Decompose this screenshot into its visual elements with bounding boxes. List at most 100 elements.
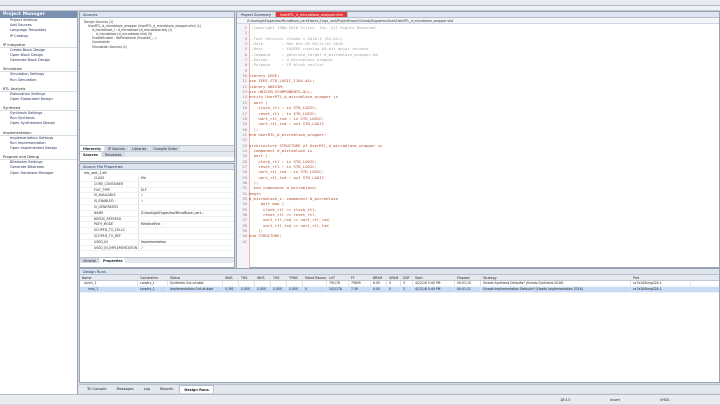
sources-tab[interactable]: IP Sources [105, 146, 129, 151]
flow-item[interactable]: Open Elaborated Design [0, 97, 77, 102]
property-value[interactable]: ✓ [138, 199, 234, 204]
editor-tab[interactable]: Project Summary [237, 12, 277, 17]
runs-column-header[interactable]: Elapsed [455, 275, 481, 280]
properties-tab[interactable]: General [80, 258, 99, 263]
code-text: entity UserRTL_d_microblaze_wrapper is [249, 94, 339, 100]
editor-body[interactable]: 1 --Copyright 1986-2016 Xilinx, Inc. All … [237, 24, 719, 268]
property-value[interactable] [138, 233, 234, 239]
run-cell: 79695 [349, 281, 371, 286]
property-key: IS_AVAILABLE [94, 193, 116, 198]
design-runs-panel: Design Runs Name Constraints Status WNS TNS W… [79, 268, 720, 383]
code-text: end STRUCTURE; [249, 233, 282, 239]
code-text: ); [249, 179, 259, 185]
run-cell: impl_1 [80, 286, 138, 292]
code-text: --Command : generate_target d_microblaze… [249, 51, 378, 57]
property-value[interactable]: Implementation [138, 239, 234, 245]
editor-tab[interactable]: UserRTL_d_microblaze_wrapper.vhd [276, 12, 348, 17]
runs-column-header[interactable]: Start [413, 275, 455, 280]
run-cell [239, 281, 255, 286]
runs-column-header[interactable]: WNS [223, 275, 239, 280]
code-text: --Copyright 1986-2016 Xilinx, Inc. All R… [249, 25, 378, 30]
property-key: IS_ENABLED [94, 199, 114, 204]
property-value[interactable]: Z:/work/git/Fpgasimz/MicroBlaze_uart... [138, 210, 234, 216]
runs-column-header[interactable]: DSP [401, 275, 413, 280]
runs-column-header[interactable]: WHS [255, 275, 271, 280]
flow-item[interactable]: Open Synthesized Design [0, 121, 77, 126]
bottom-tab[interactable]: Reports [156, 385, 177, 393]
property-key: USED_IN [94, 239, 108, 244]
run-cell: constrs_1 [138, 286, 168, 292]
properties-tab[interactable]: Properties [100, 258, 126, 263]
run-cell: 0 [387, 286, 401, 292]
run-cell [271, 281, 287, 286]
property-value[interactable]: RelativeFirst [138, 222, 234, 228]
runs-column-header[interactable]: LUT [327, 275, 349, 280]
bottom-tab[interactable]: Tcl Console [83, 385, 110, 393]
property-key: NEEDS_REFRESH [94, 216, 122, 221]
code-text: clock_rtl : in STD_LOGIC; [249, 158, 317, 164]
property-value[interactable]: ELF [138, 187, 234, 193]
run-cell [255, 281, 271, 286]
code-text: component d_microblaze is [249, 147, 313, 153]
run-cell: 0.000 [239, 286, 255, 292]
runs-column-header[interactable]: URAM [387, 275, 401, 280]
flow-item[interactable]: Open Implemented Design [0, 146, 77, 151]
property-key: IS_GENERATED [94, 204, 118, 209]
property-value[interactable]: ✓ [138, 245, 234, 251]
runs-column-header[interactable]: Name [80, 275, 138, 280]
property-value[interactable] [138, 228, 234, 233]
bottom-tab[interactable]: Design Runs [179, 385, 214, 393]
sources-subtabs: Sources Templates [80, 151, 234, 157]
sources-subtab[interactable]: Sources [80, 152, 101, 157]
property-row[interactable]: USED_IN_IMPLEMENTATION ✓ [80, 245, 234, 252]
flow-item[interactable]: IP Catalog [0, 34, 77, 39]
code-text: reset_rtl => reset_rtl, [249, 212, 317, 218]
runs-column-header[interactable]: Failed Routes [303, 275, 327, 280]
runs-column-header[interactable]: TNS [239, 275, 255, 280]
runs-column-header[interactable]: Part [631, 275, 691, 280]
code-text: port ( [249, 153, 268, 159]
sources-subtab[interactable]: Templates [101, 152, 125, 157]
run-cell: Synthesis Out-of-date [168, 281, 223, 286]
line-number: 41 [242, 238, 247, 244]
property-key: NAME [94, 210, 104, 215]
property-key: CORE_CONTAINER [94, 181, 124, 186]
flow-item[interactable]: Generate Block Design [0, 58, 77, 63]
runs-column-header[interactable]: BRAM [371, 275, 387, 280]
run-cell: 3 [401, 286, 413, 292]
code-text: --Design : d_microblaze_wrapper [249, 57, 334, 63]
property-value[interactable]: ✓ [138, 193, 234, 199]
code-text: uart_rtl_rxd : in STD_LOGIC; [249, 115, 324, 121]
runs-column-header[interactable]: THS [271, 275, 287, 280]
property-value[interactable] [138, 216, 234, 222]
code-text: library IEEE; [249, 73, 280, 79]
code-text: end UserRTL_d_microblaze_wrapper; [249, 131, 327, 137]
code-text: begin [249, 190, 261, 196]
run-cell: 4/22/16 5:40 PM [413, 286, 455, 292]
flow-title[interactable]: Project Manager [0, 11, 77, 18]
run-cell: xc7a100tcsg324-1 [631, 281, 691, 286]
run-cell: 0 [303, 286, 327, 292]
bottom-tab[interactable]: Log [140, 385, 154, 393]
code-text: --Purpose : IP block netlist [249, 62, 324, 68]
source-tree-row[interactable]: Simulation Sources (1) [84, 45, 234, 49]
sources-tab[interactable]: Compile Order [150, 146, 181, 151]
sources-tab[interactable]: Libraries [129, 146, 150, 151]
run-cell: 7.39 [349, 286, 371, 292]
sources-panel: Sources Design Sources (1) UserRTL_d_micr… [79, 11, 235, 162]
runs-column-header[interactable]: Status [168, 275, 223, 280]
property-value[interactable] [138, 181, 234, 187]
flow-item[interactable]: Open Hardware Manager [0, 171, 77, 176]
run-row[interactable]: impl_1 constrs_1 Implementation Out-of-dat… [80, 286, 719, 293]
runs-column-header[interactable]: Constraints [138, 275, 168, 280]
property-value[interactable]: file [138, 176, 234, 181]
code-text: reset_rtl : in STD_LOGIC; [249, 110, 317, 116]
sources-tab[interactable]: Hierarchy [80, 146, 105, 151]
property-value[interactable] [138, 204, 234, 210]
bottom-tab[interactable]: Messages [112, 385, 137, 393]
flow-item[interactable]: Run Simulation [0, 78, 77, 83]
runs-column-header[interactable]: Strategy [481, 275, 631, 280]
runs-column-header[interactable]: FF [349, 275, 371, 280]
run-cell: Implementation Out-of-date [168, 286, 223, 292]
runs-column-header[interactable]: TPWS [287, 275, 303, 280]
